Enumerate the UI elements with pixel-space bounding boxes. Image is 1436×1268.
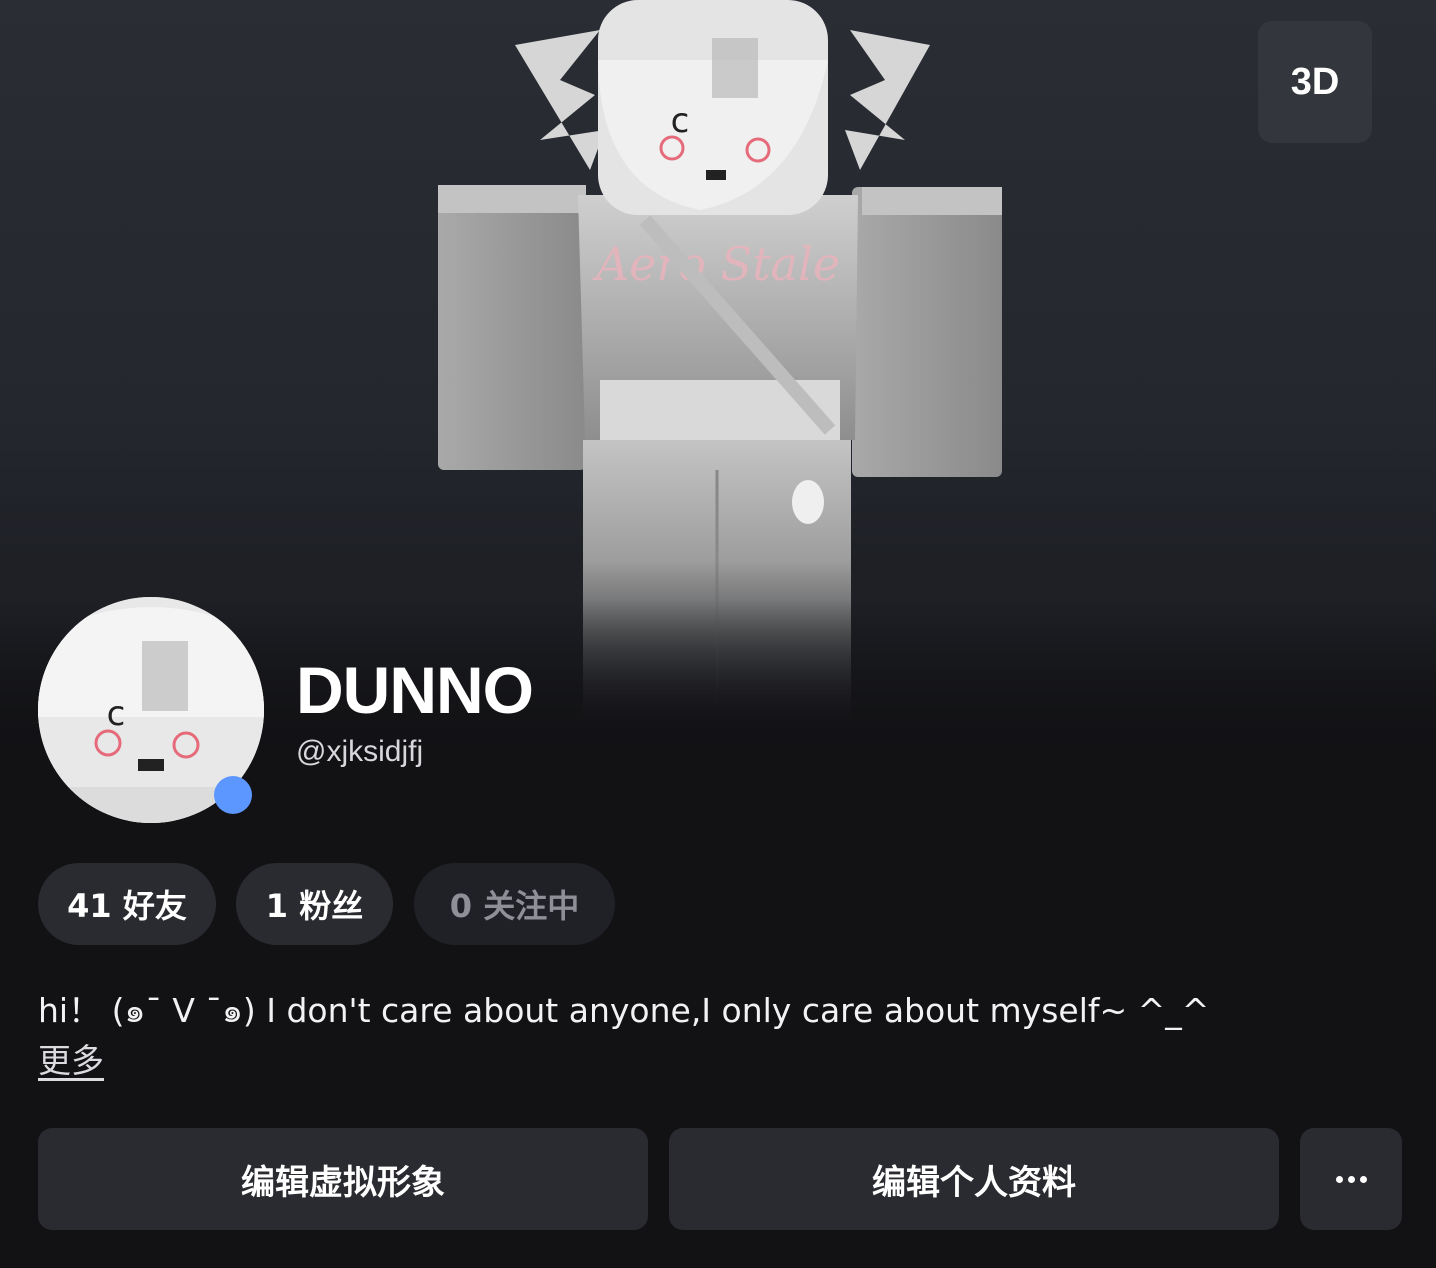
followers-count-chip[interactable]: 1 粉丝 (236, 863, 393, 945)
more-options-button[interactable] (1300, 1128, 1402, 1230)
edit-profile-button[interactable]: 编辑个人资料 (669, 1128, 1279, 1230)
edit-profile-label: 编辑个人资料 (872, 1162, 1076, 1203)
svg-text:c: c (107, 694, 126, 734)
bio-text: hi！ (๑¯ V ¯๑) I don't care about anyone,… (38, 991, 1210, 1030)
view-3d-toggle-button[interactable]: 3D (1258, 21, 1372, 143)
online-status-dot (214, 776, 252, 814)
friends-count-chip[interactable]: 41 好友 (38, 863, 216, 945)
following-count-chip[interactable]: 0 关注中 (414, 863, 615, 945)
profile-page: Aero Stale c 3D c DUNNO @xjksidjfj 41 好友… (0, 0, 1436, 1268)
edit-avatar-button[interactable]: 编辑虚拟形象 (38, 1128, 648, 1230)
svg-text:Aero Stale: Aero Stale (592, 237, 840, 291)
more-horizontal-icon (1335, 1175, 1367, 1183)
display-name: DUNNO (296, 653, 534, 727)
edit-avatar-label: 编辑虚拟形象 (241, 1162, 445, 1203)
username: @xjksidjfj (296, 735, 424, 768)
bio-more-link[interactable]: 更多 (38, 1038, 104, 1084)
svg-text:c: c (671, 101, 690, 141)
